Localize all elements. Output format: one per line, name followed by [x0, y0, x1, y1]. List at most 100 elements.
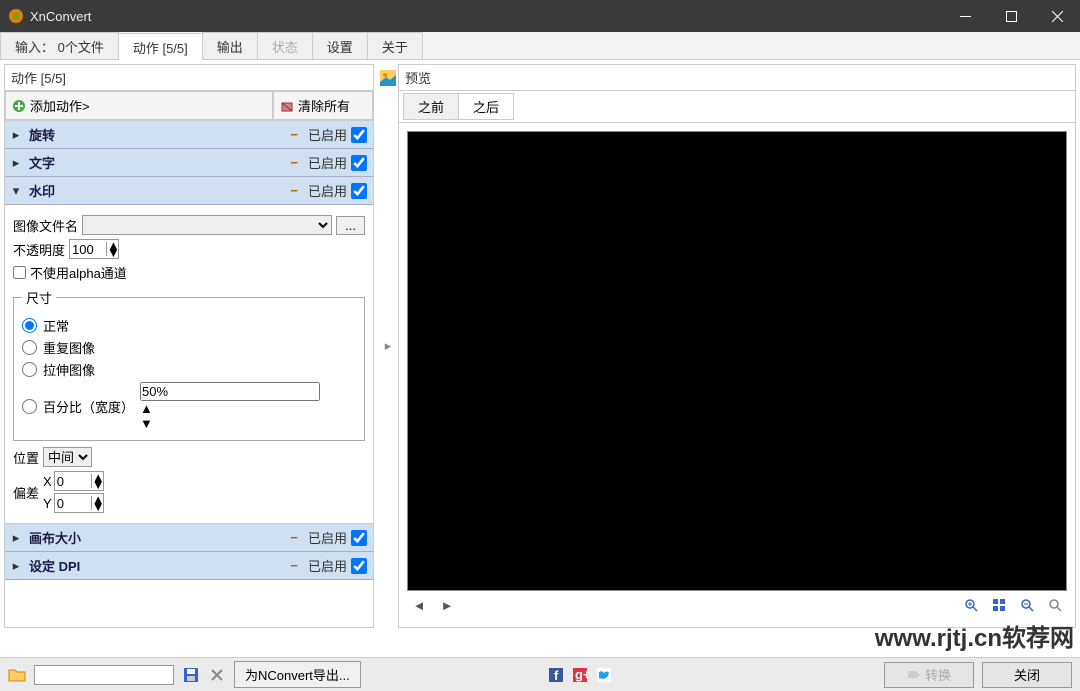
tab-before[interactable]: 之前 — [403, 93, 459, 120]
next-image-button[interactable]: ► — [437, 595, 457, 615]
clear-all-button[interactable]: 清除所有 — [273, 91, 373, 120]
browse-button[interactable]: ... — [336, 216, 365, 235]
svg-text:g+: g+ — [575, 668, 587, 682]
watermark-settings: 图像文件名 ... 不透明度 ▲▼ 不使用alpha通道 尺寸 正常 重复图像 … — [5, 205, 373, 524]
radio-normal[interactable] — [22, 318, 37, 333]
no-alpha-checkbox[interactable] — [13, 266, 26, 279]
action-label: 文字 — [29, 153, 290, 172]
app-logo-icon — [8, 8, 24, 24]
save-icon[interactable] — [182, 666, 200, 684]
x-input[interactable] — [55, 474, 85, 489]
remove-icon[interactable]: − — [290, 155, 298, 170]
filename-select[interactable] — [82, 215, 332, 235]
footer-bar: 为NConvert导出... f g+ 转换 关闭 — [0, 657, 1080, 691]
chevron-right-icon: ▸ — [11, 530, 21, 546]
maximize-button[interactable] — [988, 0, 1034, 32]
add-action-button[interactable]: 添加动作> — [5, 91, 273, 120]
actions-panel-header: 动作 [5/5] — [5, 65, 373, 91]
fit-icon[interactable] — [989, 595, 1009, 615]
radio-tile[interactable] — [22, 340, 37, 355]
clear-icon — [280, 99, 294, 113]
tab-status[interactable]: 状态 — [257, 32, 313, 59]
enabled-checkbox[interactable] — [351, 558, 367, 574]
export-button[interactable]: 为NConvert导出... — [234, 661, 361, 688]
y-label: Y — [43, 496, 52, 511]
remove-icon[interactable]: − — [290, 558, 298, 573]
zoom-out-icon[interactable] — [1017, 595, 1037, 615]
prev-image-button[interactable]: ◄ — [409, 595, 429, 615]
percent-spinner[interactable]: ▲▼ — [140, 382, 320, 431]
position-select[interactable]: 中间 — [43, 447, 92, 467]
actions-panel: 动作 [5/5] 添加动作> 清除所有 ▸ 旋转 − 已启用 ▸ 文字 − 已启… — [4, 64, 374, 628]
no-alpha-label: 不使用alpha通道 — [30, 263, 127, 282]
tab-after[interactable]: 之后 — [458, 93, 514, 120]
y-input[interactable] — [55, 496, 85, 511]
action-label: 旋转 — [29, 125, 290, 144]
offset-label: 偏差 — [13, 483, 39, 502]
chevron-right-icon: ▸ — [11, 155, 21, 171]
radio-tile-label: 重复图像 — [43, 338, 95, 357]
add-icon — [12, 99, 26, 113]
action-dpi[interactable]: ▸ 设定 DPI − 已启用 — [5, 552, 373, 580]
preview-header: 预览 — [399, 65, 1075, 91]
twitter-icon[interactable] — [597, 668, 611, 682]
opacity-input[interactable] — [70, 242, 100, 257]
panel-divider: ▸ — [378, 64, 398, 628]
tab-actions[interactable]: 动作 [5/5] — [118, 33, 203, 60]
x-label: X — [43, 474, 52, 489]
size-fieldset: 尺寸 正常 重复图像 拉伸图像 百分比（宽度） ▲▼ — [13, 288, 365, 441]
zoom-in-icon[interactable] — [961, 595, 981, 615]
convert-button[interactable]: 转换 — [884, 662, 974, 688]
x-spinner[interactable]: ▲▼ — [54, 471, 104, 491]
action-label: 设定 DPI — [29, 556, 290, 575]
image-icon — [380, 70, 396, 86]
chevron-down-icon: ▾ — [11, 183, 21, 199]
tab-output[interactable]: 输出 — [202, 32, 258, 59]
titlebar: XnConvert — [0, 0, 1080, 32]
enabled-label: 已启用 — [308, 556, 347, 575]
y-spinner[interactable]: ▲▼ — [54, 493, 104, 513]
action-label: 水印 — [29, 181, 290, 200]
percent-input[interactable] — [140, 382, 320, 401]
expand-right-icon[interactable]: ▸ — [385, 338, 392, 354]
radio-percent[interactable] — [22, 399, 37, 414]
enabled-checkbox[interactable] — [351, 155, 367, 171]
action-watermark[interactable]: ▾ 水印 − 已启用 — [5, 177, 373, 205]
remove-icon[interactable]: − — [290, 530, 298, 545]
zoom-reset-icon[interactable] — [1045, 595, 1065, 615]
size-legend: 尺寸 — [22, 288, 56, 307]
enabled-checkbox[interactable] — [351, 183, 367, 199]
remove-icon[interactable]: − — [290, 127, 298, 142]
minimize-button[interactable] — [942, 0, 988, 32]
remove-icon[interactable]: − — [290, 183, 298, 198]
main-tabbar: 输入： 0个文件 动作 [5/5] 输出 状态 设置 关于 — [0, 32, 1080, 60]
action-text[interactable]: ▸ 文字 − 已启用 — [5, 149, 373, 177]
radio-stretch[interactable] — [22, 362, 37, 377]
close-button[interactable] — [1034, 0, 1080, 32]
action-rotate[interactable]: ▸ 旋转 − 已启用 — [5, 121, 373, 149]
convert-label: 转换 — [925, 665, 951, 684]
watermark-text: www.rjtj.cn软荐网 — [875, 618, 1074, 653]
enabled-checkbox[interactable] — [351, 127, 367, 143]
tab-input[interactable]: 输入： 0个文件 — [0, 32, 119, 59]
close-footer-button[interactable]: 关闭 — [982, 662, 1072, 688]
opacity-label: 不透明度 — [13, 240, 65, 259]
delete-icon[interactable] — [208, 666, 226, 684]
opacity-spinner[interactable]: ▲▼ — [69, 239, 119, 259]
path-input[interactable] — [34, 665, 174, 685]
add-action-label: 添加动作> — [30, 96, 90, 115]
tab-about[interactable]: 关于 — [367, 32, 423, 59]
tab-settings[interactable]: 设置 — [312, 32, 368, 59]
enabled-label: 已启用 — [308, 181, 347, 200]
file-label: 图像文件名 — [13, 216, 78, 235]
clear-all-label: 清除所有 — [298, 96, 350, 115]
chevron-right-icon: ▸ — [11, 558, 21, 574]
facebook-icon[interactable]: f — [549, 668, 563, 682]
enabled-label: 已启用 — [308, 528, 347, 547]
enabled-checkbox[interactable] — [351, 530, 367, 546]
google-plus-icon[interactable]: g+ — [573, 668, 587, 682]
folder-icon[interactable] — [8, 667, 26, 683]
action-canvas[interactable]: ▸ 画布大小 − 已启用 — [5, 524, 373, 552]
action-label: 画布大小 — [29, 528, 290, 547]
radio-percent-label: 百分比（宽度） — [43, 397, 134, 416]
